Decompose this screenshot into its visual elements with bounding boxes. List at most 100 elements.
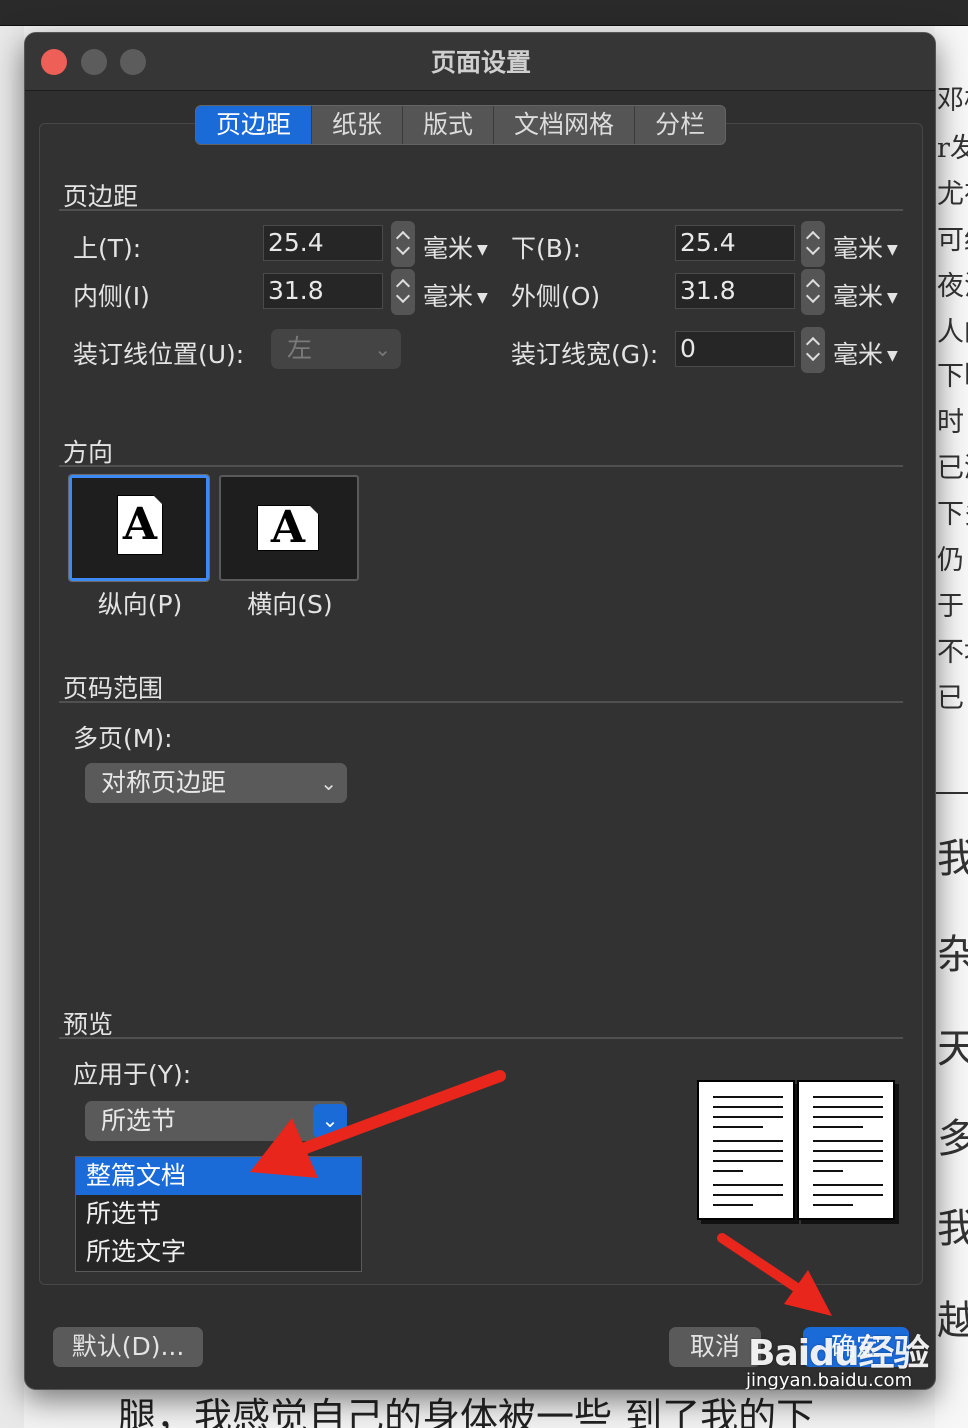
watermark-url: jingyan.baidu.com [746, 1370, 913, 1391]
preview-text-line [713, 1170, 743, 1172]
chevron-down-icon: ⌄ [320, 771, 337, 795]
portrait-orientation-button[interactable]: A [68, 474, 210, 582]
doc-text-bottom-line: 腿，我感觉自己的身体被一些 到了我的下 [118, 1395, 815, 1428]
preview-text-line [813, 1096, 883, 1098]
pages-section-title: 页码范围 [63, 674, 164, 703]
tab-bar: 页边距 纸张 版式 文档网格 分栏 [195, 105, 727, 145]
portrait-page-icon: A [117, 495, 163, 555]
tab-layout[interactable]: 版式 [403, 106, 495, 144]
doc-text-fragment: 不地 [937, 637, 968, 668]
preview-text-line [713, 1204, 753, 1206]
gutter-width-stepper[interactable] [801, 327, 825, 373]
preview-text-line [813, 1160, 883, 1162]
margins-section-title: 页边距 [63, 182, 139, 211]
menu-item-whole-document[interactable]: 整篇文档 [76, 1157, 361, 1195]
unit-label: 毫米 [833, 234, 884, 263]
preview-text-line [713, 1096, 783, 1098]
preview-text-line [813, 1106, 883, 1108]
doc-text-fragment: 于 [937, 591, 964, 622]
tab-margins[interactable]: 页边距 [196, 106, 313, 144]
inside-margin-stepper[interactable] [391, 269, 415, 315]
top-margin-label: 上(T): [73, 234, 142, 263]
preview-text-line [813, 1116, 883, 1118]
preview-section-title: 预览 [63, 1010, 114, 1039]
outside-margin-label: 外侧(O) [511, 282, 601, 311]
tab-paper[interactable]: 纸张 [312, 106, 404, 144]
chevron-down-icon: ⌄ [313, 1104, 347, 1138]
doc-text-fragment: 下多 [937, 499, 968, 530]
preview-text-line [813, 1194, 883, 1196]
gutter-position-value: 左 [287, 334, 313, 363]
preview-text-line [813, 1204, 853, 1206]
inside-margin-unit-menu[interactable]: 毫米 ▼ [423, 277, 488, 313]
doc-text-fragment: 尤在 [937, 179, 968, 210]
dropdown-arrow-icon: ▼ [477, 290, 488, 306]
dropdown-arrow-icon: ▼ [887, 290, 898, 306]
preview-text-line [813, 1170, 843, 1172]
multiple-pages-value: 对称页边距 [101, 768, 227, 797]
doc-text-fragment: 杂 [937, 932, 968, 978]
preview-left-page [697, 1080, 795, 1220]
preview-text-line [713, 1150, 783, 1152]
preview-text-line [813, 1126, 863, 1128]
inside-margin-field[interactable]: 31.8 [263, 273, 383, 309]
bottom-margin-field[interactable]: 25.4 [675, 225, 795, 261]
bottom-margin-unit-menu[interactable]: 毫米 ▼ [833, 229, 898, 265]
app-toolbar [0, 0, 968, 26]
doc-text-fragment: 仍 [937, 545, 964, 576]
multiple-pages-label: 多页(M): [73, 724, 173, 753]
preview-text-line [713, 1116, 783, 1118]
multiple-pages-select[interactable]: 对称页边距 ⌄ [85, 763, 347, 803]
bottom-margin-label: 下(B): [511, 234, 582, 263]
doc-text-fragment: 人的 [937, 317, 968, 348]
portrait-label: 纵向(P) [97, 590, 183, 619]
menu-item-selected-section[interactable]: 所选节 [76, 1195, 361, 1233]
doc-text-fragment: 时 [937, 407, 964, 438]
doc-text-fragment: 可约 [937, 225, 968, 256]
preview-text-line [713, 1194, 783, 1196]
gutter-width-label: 装订线宽(G): [511, 340, 659, 369]
margin-preview [697, 1080, 897, 1225]
bottom-margin-stepper[interactable] [801, 221, 825, 267]
top-margin-unit-menu[interactable]: 毫米 ▼ [423, 229, 488, 265]
default-button[interactable]: 默认(D)... [53, 1327, 203, 1367]
tab-columns[interactable]: 分栏 [635, 106, 725, 144]
outside-margin-unit-menu[interactable]: 毫米 ▼ [833, 277, 898, 313]
preview-text-line [813, 1150, 883, 1152]
doc-text-fragment: 已游 [937, 453, 968, 484]
dialog-title: 页面设置 [430, 48, 531, 77]
apply-to-label: 应用于(Y): [73, 1060, 192, 1089]
doc-text-fragment: 我 [937, 1206, 968, 1252]
preview-text-line [813, 1184, 883, 1186]
doc-text-fragment: 多 [937, 1116, 968, 1162]
tab-document-grid[interactable]: 文档网格 [494, 106, 636, 144]
unit-label: 毫米 [423, 234, 474, 263]
preview-right-page [797, 1080, 895, 1220]
outside-margin-stepper[interactable] [801, 269, 825, 315]
section-divider [59, 465, 903, 467]
landscape-orientation-button[interactable]: A [219, 475, 359, 581]
doc-text-fragment: 已 [937, 683, 964, 714]
preview-text-line [813, 1140, 883, 1142]
section-divider [59, 1037, 903, 1039]
dropdown-arrow-icon: ▼ [477, 242, 488, 258]
watermark-logo-text: Baidu经验 [748, 1333, 929, 1374]
menu-item-selected-text[interactable]: 所选文字 [76, 1233, 361, 1271]
apply-to-select[interactable]: 所选节 ⌄ [85, 1101, 347, 1141]
outside-margin-field[interactable]: 31.8 [675, 273, 795, 309]
dialog-titlebar: 页面设置 [25, 33, 935, 91]
preview-text-line [713, 1160, 783, 1162]
document-margin-strip [0, 26, 24, 1428]
top-margin-field[interactable]: 25.4 [263, 225, 383, 261]
document-text-right-edge: 邓极 r发 尤在 可约 夜涛 人的 下断 时 已游 下多 仍 于 不地 已 我 … [935, 26, 968, 1428]
apply-to-menu: 整篇文档 所选节 所选文字 [75, 1156, 362, 1272]
dropdown-arrow-icon: ▼ [887, 348, 898, 364]
gutter-width-field[interactable]: 0 [675, 331, 795, 367]
preview-text-line [713, 1184, 783, 1186]
doc-text-fragment: 天 [937, 1026, 968, 1072]
top-margin-stepper[interactable] [391, 221, 415, 267]
gutter-width-unit-menu[interactable]: 毫米 ▼ [833, 335, 898, 371]
preview-text-line [713, 1140, 783, 1142]
orientation-section-title: 方向 [63, 438, 114, 467]
inside-margin-label: 内侧(I) [73, 282, 150, 311]
